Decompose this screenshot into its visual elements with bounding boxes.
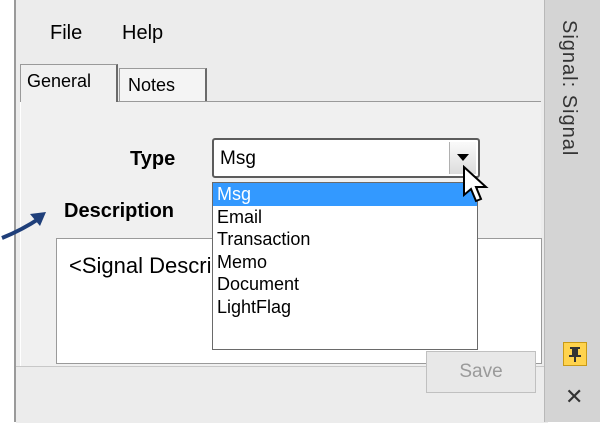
dropdown-option[interactable]: Msg [213, 183, 477, 206]
dropdown-option[interactable]: Transaction [213, 228, 477, 251]
close-icon[interactable]: ✕ [565, 384, 583, 410]
menu-file[interactable]: File [50, 22, 82, 45]
type-dropdown-list: Msg Email Transaction Memo Document Ligh… [212, 182, 478, 350]
dropdown-option[interactable]: Memo [213, 251, 477, 274]
chevron-down-icon [457, 154, 469, 161]
tab-notes[interactable]: Notes [119, 68, 207, 102]
callout-arrow-icon [1, 212, 46, 240]
type-label: Type [130, 148, 176, 170]
docked-side-bar: Signal: Signal ✕ [544, 0, 600, 422]
dropdown-option[interactable]: Email [213, 206, 477, 229]
tab-strip: General Notes [16, 60, 544, 420]
dropdown-option[interactable]: LightFlag [213, 296, 477, 319]
pin-icon[interactable] [563, 342, 587, 366]
dropdown-option[interactable]: Document [213, 273, 477, 296]
sidebar-title: Signal: Signal [558, 20, 580, 157]
save-button[interactable]: Save [426, 351, 536, 393]
type-select-value: Msg [220, 148, 256, 169]
signal-panel-window: File Help General Notes Type Msg Descrip… [14, 0, 600, 423]
mouse-cursor-icon [463, 165, 489, 203]
tab-general[interactable]: General [20, 64, 118, 102]
type-select[interactable]: Msg [212, 138, 480, 178]
menu-help[interactable]: Help [122, 22, 163, 45]
description-label: Description [64, 200, 175, 222]
menu-bar: File Help [16, 0, 544, 66]
